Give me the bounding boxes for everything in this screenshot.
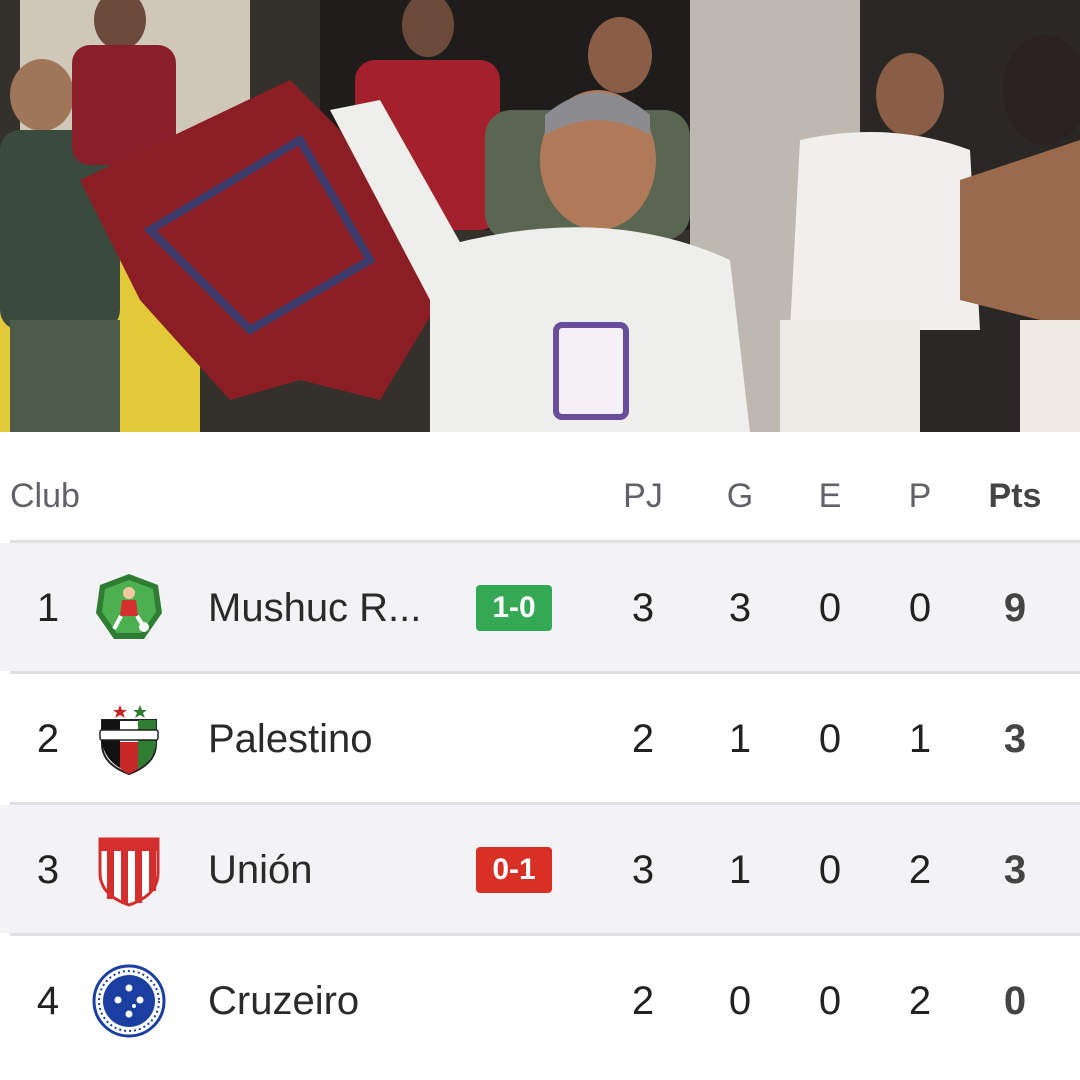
points-value: 3 [1003, 717, 1027, 761]
lost-value: 2 [908, 848, 932, 892]
won-value: 3 [728, 586, 752, 630]
table-row[interactable]: 3 Unión 0-1 3 1 0 2 3 [0, 805, 1080, 933]
last-result-badge: 1-0 [476, 585, 552, 631]
header-played: PJ [623, 477, 663, 515]
last-result-badge: 0-1 [476, 847, 552, 893]
points-value: 0 [1003, 979, 1027, 1023]
header-won: G [726, 477, 754, 515]
mushuc-runa-crest-icon [96, 574, 162, 639]
won-value: 1 [728, 717, 752, 761]
header-points: Pts [988, 477, 1042, 515]
row-position: 1 [36, 586, 60, 630]
drawn-value: 0 [818, 717, 842, 761]
row-position: 4 [36, 979, 60, 1023]
drawn-value: 0 [818, 848, 842, 892]
row-position: 2 [36, 717, 60, 761]
row-position: 3 [36, 848, 60, 892]
drawn-value: 0 [818, 586, 842, 630]
union-crest-icon [98, 837, 160, 907]
club-name: Cruzeiro [208, 979, 360, 1023]
club-name: Unión [208, 848, 313, 892]
table-row[interactable]: 4 Cruzeiro 2 0 0 2 0 [0, 936, 1080, 1064]
lost-value: 0 [908, 586, 932, 630]
cruzeiro-crest-icon [92, 964, 166, 1038]
header-club: Club [10, 477, 80, 515]
lost-value: 1 [908, 717, 932, 761]
played-value: 3 [631, 848, 655, 892]
played-value: 3 [631, 586, 655, 630]
header-drawn: E [818, 477, 842, 515]
won-value: 1 [728, 848, 752, 892]
header-lost: P [908, 477, 932, 515]
drawn-value: 0 [818, 979, 842, 1023]
played-value: 2 [631, 979, 655, 1023]
club-name: Mushuc R... [208, 586, 422, 630]
points-value: 3 [1003, 848, 1027, 892]
palestino-crest-icon [99, 705, 159, 776]
points-value: 9 [1003, 586, 1027, 630]
standings-table: Club PJ G E P Pts 1 Mushuc R... 1-0 3 3 … [0, 432, 1080, 1080]
won-value: 0 [728, 979, 752, 1023]
celebration-photo-illustration [0, 0, 1080, 432]
lost-value: 2 [908, 979, 932, 1023]
played-value: 2 [631, 717, 655, 761]
celebration-photo [0, 0, 1080, 432]
table-row[interactable]: 2 Palestino 2 1 0 1 3 [0, 674, 1080, 802]
table-row[interactable]: 1 Mushuc R... 1-0 3 3 0 0 9 [0, 543, 1080, 671]
standings-header: Club PJ G E P Pts [0, 432, 1080, 542]
club-name: Palestino [208, 717, 373, 761]
